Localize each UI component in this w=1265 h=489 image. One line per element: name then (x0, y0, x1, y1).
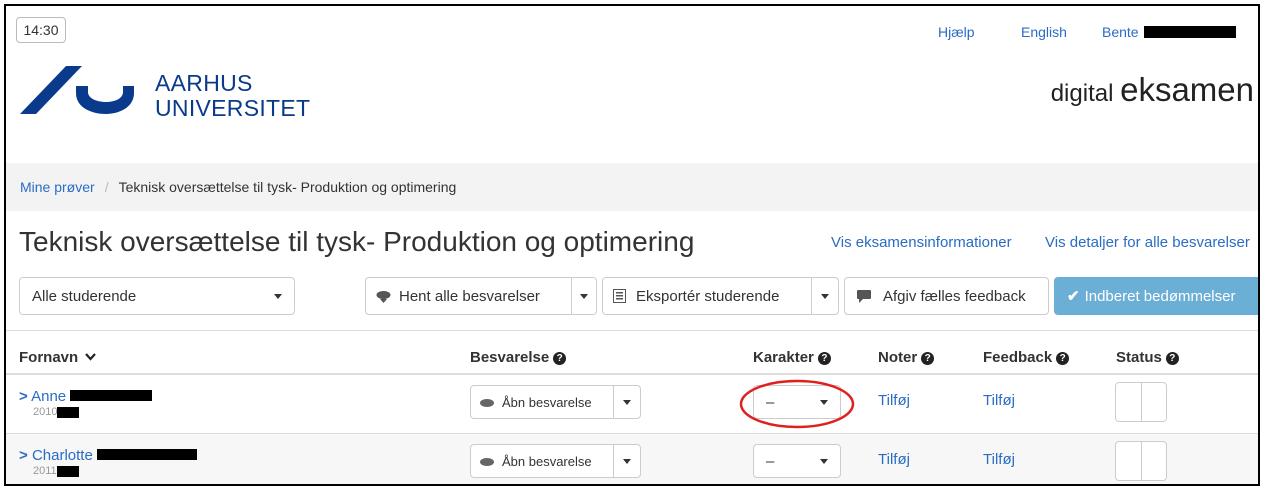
clock: 14:30 (16, 17, 66, 43)
col-header-firstname-label: Fornavn (19, 349, 79, 366)
student-year: 2011 (33, 465, 79, 477)
student-filter-value: Alle studerende (32, 287, 137, 305)
brand-big: eksamen (1120, 71, 1254, 108)
chevron-right-icon[interactable]: > (19, 388, 28, 405)
help-icon[interactable]: ? (817, 352, 831, 365)
open-submission-label: Åbn besvarelse (502, 394, 592, 410)
student-name[interactable]: > Anne (19, 388, 153, 405)
grade-select[interactable]: – (753, 444, 841, 478)
student-firstname[interactable]: Anne (31, 388, 66, 405)
document-list-icon (613, 289, 626, 303)
export-students-button[interactable]: Eksportér studerende (602, 277, 812, 315)
col-header-firstname[interactable]: Fornavn (19, 349, 97, 366)
chevron-down-icon (580, 293, 588, 299)
col-header-feedback-label: Feedback (983, 349, 1053, 366)
redacted-user (1144, 26, 1237, 38)
col-header-grade-label: Karakter (753, 349, 814, 366)
col-header-submission-label: Besvarelse (470, 349, 550, 366)
breadcrumb-current: Teknisk oversættelse til tysk- Produktio… (118, 179, 457, 195)
fetch-all-button[interactable]: Hent alle besvarelser (365, 277, 572, 315)
cloud-icon (480, 457, 494, 466)
help-icon[interactable]: ? (921, 352, 935, 365)
grade-value: – (766, 452, 775, 470)
student-firstname[interactable]: Charlotte (32, 447, 93, 464)
col-header-notes-label: Noter (878, 349, 918, 366)
logo-line2: UNIVERSITET (155, 95, 311, 121)
table-row: > Charlotte 2011 Åbn besvarelse – Tilføj… (6, 434, 1258, 484)
notes-add-link[interactable]: Tilføj (878, 392, 910, 409)
user-name: Bente (1102, 24, 1139, 40)
student-name[interactable]: > Charlotte (19, 447, 197, 464)
student-year-value: 2010 (33, 406, 58, 418)
brand-small: digital (1050, 80, 1114, 107)
cloud-download-icon (376, 290, 391, 303)
chevron-down-icon (821, 293, 829, 299)
chevron-right-icon[interactable]: > (19, 447, 28, 464)
export-students-label: Eksportér studerende (636, 287, 780, 305)
table-top-divider (6, 330, 1258, 331)
feedback-add-link[interactable]: Tilføj (983, 392, 1015, 409)
cloud-icon (480, 398, 494, 407)
logo-line1: AARHUS (155, 70, 253, 96)
redacted-id (57, 407, 80, 418)
help-icon[interactable]: ? (1165, 352, 1179, 365)
submit-grades-label: Indberet bedømmelser (1084, 287, 1236, 305)
redacted-surname (96, 449, 197, 460)
redacted-surname (70, 390, 153, 401)
help-link[interactable]: Hjælp (938, 24, 975, 40)
submission-dropdown[interactable] (613, 444, 641, 478)
common-feedback-button[interactable]: Afgiv fælles feedback (844, 277, 1049, 315)
chevron-down-icon (274, 293, 282, 299)
feedback-add-link[interactable]: Tilføj (983, 451, 1015, 468)
open-submission-button[interactable]: Åbn besvarelse (470, 385, 614, 419)
chevron-down-icon (820, 458, 828, 464)
language-link[interactable]: English (1021, 24, 1067, 40)
status-toggle[interactable] (1115, 382, 1167, 422)
notes-add-link[interactable]: Tilføj (878, 451, 910, 468)
chevron-down-icon (623, 399, 631, 405)
submit-grades-button[interactable]: ✔ Indberet bedømmelser (1054, 277, 1258, 315)
student-year-value: 2011 (33, 465, 57, 477)
page-title: Teknisk oversættelse til tysk- Produktio… (19, 226, 695, 257)
open-submission-label: Åbn besvarelse (502, 453, 592, 469)
student-year: 2010 (33, 406, 80, 418)
col-header-grade: Karakter? (753, 349, 831, 366)
help-icon[interactable]: ? (553, 352, 567, 365)
app-window: 14:30 Hjælp English Bente AARHUS UNIVERS… (4, 4, 1260, 486)
col-header-submission: Besvarelse? (470, 349, 567, 366)
col-header-feedback: Feedback? (983, 349, 1070, 366)
highlight-circle (739, 379, 855, 429)
help-icon[interactable]: ? (1056, 352, 1070, 365)
status-toggle[interactable] (1115, 441, 1167, 481)
col-header-status: Status? (1116, 349, 1179, 366)
export-students-dropdown[interactable] (811, 277, 839, 315)
details-link[interactable]: Vis detaljer for alle besvarelser (1045, 234, 1250, 251)
submission-dropdown[interactable] (613, 385, 641, 419)
comment-icon (857, 289, 871, 303)
breadcrumb-separator: / (104, 179, 109, 195)
logo-text: AARHUS UNIVERSITET (155, 71, 310, 121)
redacted-id (56, 466, 79, 477)
fetch-all-label: Hent alle besvarelser (399, 287, 540, 305)
table-row: > Anne 2010 Åbn besvarelse – Tilføj Tilf… (6, 375, 1258, 433)
exam-info-link[interactable]: Vis eksamensinformationer (831, 234, 1012, 251)
col-header-status-label: Status (1116, 349, 1162, 366)
user-menu[interactable]: Bente (1102, 24, 1237, 40)
fetch-all-dropdown[interactable] (571, 277, 597, 315)
breadcrumb-root[interactable]: Mine prøver (20, 179, 95, 195)
aarhus-logo-icon (20, 66, 134, 114)
check-icon: ✔ (1067, 288, 1080, 305)
brand-title: digital eksamen (1051, 71, 1254, 109)
col-header-notes: Noter? (878, 349, 935, 366)
student-filter-select[interactable]: Alle studerende (19, 277, 295, 315)
open-submission-button[interactable]: Åbn besvarelse (470, 444, 614, 478)
sort-chevron-down-icon (85, 353, 97, 361)
chevron-down-icon (623, 458, 631, 464)
common-feedback-label: Afgiv fælles feedback (883, 287, 1026, 305)
breadcrumb: Mine prøver / Teknisk oversættelse til tys… (6, 163, 1258, 211)
